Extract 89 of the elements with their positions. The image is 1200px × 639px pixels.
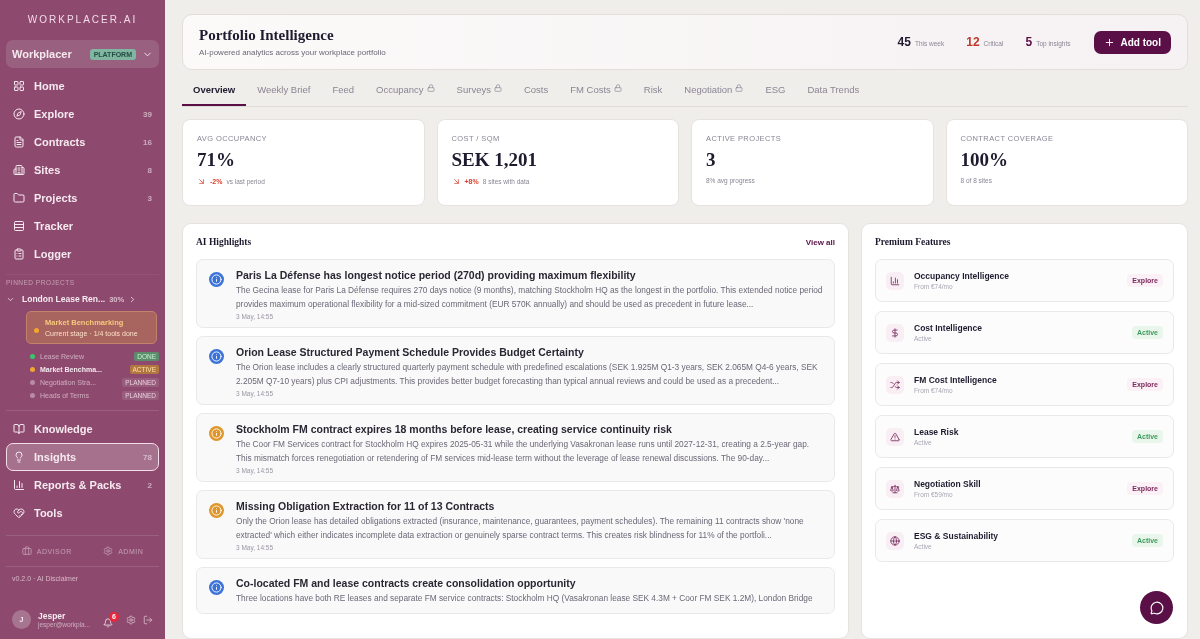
highlight-title: Co-located FM and lease contracts create consolidation opportunity xyxy=(236,577,577,589)
highlight-title: Stockholm FM contract expires 18 months before lease, creating service continuity risk xyxy=(236,423,673,435)
panel-title: Premium Features xyxy=(875,237,951,247)
nav-icon xyxy=(13,451,25,463)
highlight-text: The Orion lease includes a clearly structured quarterly payment schedule with predefined escalations (SEK 1.925M Q1-3 years, SEK 2.065M Q4-6 years, SEK 2.205M Q7-10 years) plus CPI adjustments. This provides better budget forecasting than typical annual reviews and could be used as a precedent... xyxy=(236,361,819,388)
view-all-link[interactable]: View all xyxy=(805,237,835,247)
highlight-card[interactable] xyxy=(196,567,835,614)
feature-name: FM Cost Intelligence xyxy=(914,375,997,385)
page-subtitle: AI-powered analytics across your workplace portfolio xyxy=(199,48,387,57)
feature-name: Occupancy Intelligence xyxy=(914,271,1009,281)
nav-item[interactable]: Insights 78 xyxy=(6,443,159,471)
nav-item[interactable]: Tracker xyxy=(6,212,159,240)
tab[interactable]: Weekly Brief xyxy=(246,82,322,106)
nav-icon xyxy=(13,220,25,232)
feature-icon xyxy=(886,479,904,498)
highlight-title: Orion Lease Structured Payment Schedule Provides Budget Certainty xyxy=(236,346,585,358)
tab[interactable]: Feed xyxy=(321,82,366,106)
role-icon xyxy=(21,546,32,556)
tab[interactable]: Negotiation xyxy=(673,82,755,106)
role-icon xyxy=(103,546,114,556)
tab[interactable]: Costs xyxy=(512,82,560,106)
feature-icon xyxy=(886,323,904,342)
nav-item[interactable]: Logger xyxy=(6,240,159,268)
tab[interactable]: Occupancy xyxy=(365,82,446,106)
nav-item[interactable]: Tools xyxy=(6,499,159,527)
feature-icon xyxy=(886,531,904,550)
nav-icon xyxy=(13,108,25,120)
trend-icon xyxy=(451,177,461,186)
feature-name: ESG & Sustainability xyxy=(914,531,999,541)
highlight-text: Three locations have both RE leases and separate FM service contracts: Stockholm HQ (Vasakronan lease SEK 4.3M + Coor FM SEK 1.2M), London Bridge xyxy=(236,592,813,605)
tab[interactable]: Overview xyxy=(182,82,247,106)
nav-item[interactable]: Home xyxy=(6,72,159,100)
highlight-card[interactable] xyxy=(196,259,835,328)
nav-item[interactable]: Explore 39 xyxy=(6,100,159,128)
metric-value: 3 xyxy=(706,149,717,171)
metric-value: 71% xyxy=(197,149,236,171)
user-name: Jesper xyxy=(38,611,67,621)
nav-item[interactable]: Reports & Packs 2 xyxy=(6,471,159,499)
highlight-text: The Gecina lease for Paris La Défense requires 270 days notice (9 months), matching Stockholm HQ as the longest in the portfolio. This extended notice period provides maximum operational flexibility for a mid-sized commitment (EUR 570K annually) and should be used as precedent in future lease... xyxy=(236,284,824,311)
stat-value: 12 xyxy=(966,35,980,49)
nav-count: 78 xyxy=(143,452,152,462)
settings-icon[interactable] xyxy=(126,614,136,625)
nav-item[interactable]: Knowledge xyxy=(6,415,159,443)
stat-value: 5 xyxy=(1025,35,1033,49)
nav-icon xyxy=(13,479,25,491)
nav-count: 3 xyxy=(147,193,152,203)
feature-icon xyxy=(886,375,904,394)
tab[interactable]: FM Costs xyxy=(559,82,633,106)
nav-item[interactable]: Sites 8 xyxy=(6,156,159,184)
chat-button[interactable] xyxy=(1140,591,1173,624)
feature-icon xyxy=(886,271,904,290)
add-tool-button[interactable]: Add tool xyxy=(1094,30,1171,54)
nav-count: 2 xyxy=(147,480,152,490)
highlight-text: Only the Orion lease has detailed obligations extracted (insurance, maintenance, guarantees, payment schedules). The remaining 11 contracts show 'none extracted' which either indicates incomplete data extraction or genuinely sparse contract terms. This creates risk blindness for 11% of the portfoli... xyxy=(236,515,805,542)
nav-icon xyxy=(13,164,25,176)
nav-icon xyxy=(13,192,25,204)
nav-count: 16 xyxy=(143,137,152,147)
nav-icon xyxy=(13,507,25,519)
feature-name: Negotiation Skill xyxy=(914,479,981,489)
stat-value: 45 xyxy=(897,35,911,49)
page-title: Portfolio Intelligence xyxy=(199,27,335,44)
metric-value: SEK 1,201 xyxy=(451,149,539,171)
metric-value: 100% xyxy=(960,149,1009,171)
tab[interactable]: Surveys xyxy=(445,82,513,106)
highlight-card[interactable] xyxy=(196,490,835,559)
feature-name: Lease Risk xyxy=(914,427,959,437)
feature-icon xyxy=(886,427,904,446)
nav-item[interactable]: Projects 3 xyxy=(6,184,159,212)
highlight-title: Paris La Défense has longest notice period (270d) providing maximum flexibility xyxy=(236,269,637,281)
nav-item[interactable]: Contracts 16 xyxy=(6,128,159,156)
plus-icon xyxy=(1104,36,1116,48)
nav-icon xyxy=(13,80,25,92)
nav-icon xyxy=(13,248,25,260)
highlight-card[interactable] xyxy=(196,413,835,482)
tab[interactable]: Risk xyxy=(632,82,674,106)
trend-icon xyxy=(197,177,206,186)
chat-icon xyxy=(1149,600,1164,615)
highlight-title: Missing Obligation Extraction for 11 of 13 Contracts xyxy=(236,500,496,512)
highlight-text: The Coor FM Services contract for Stockholm HQ expires 2025-05-31 while the underlying Vasakronan lease runs until 2027-12-31, creating a 2.5-year gap. This mismatch forces renegotiation or retendering of FM services mid-lease term without the leverage of lease renewal discussions. The 90-day... xyxy=(236,438,811,465)
tab[interactable]: ESG xyxy=(754,82,797,106)
feature-name: Cost Intelligence xyxy=(914,323,982,333)
nav-icon xyxy=(13,136,25,148)
logo: WORKPLACER.AI xyxy=(26,12,139,27)
tab[interactable]: Data Trends xyxy=(796,82,871,106)
panel-title: AI Highlights xyxy=(196,237,252,247)
nav-count: 8 xyxy=(147,165,152,175)
nav-icon xyxy=(13,423,25,435)
highlight-card[interactable] xyxy=(196,336,835,405)
nav-count: 39 xyxy=(143,109,152,119)
